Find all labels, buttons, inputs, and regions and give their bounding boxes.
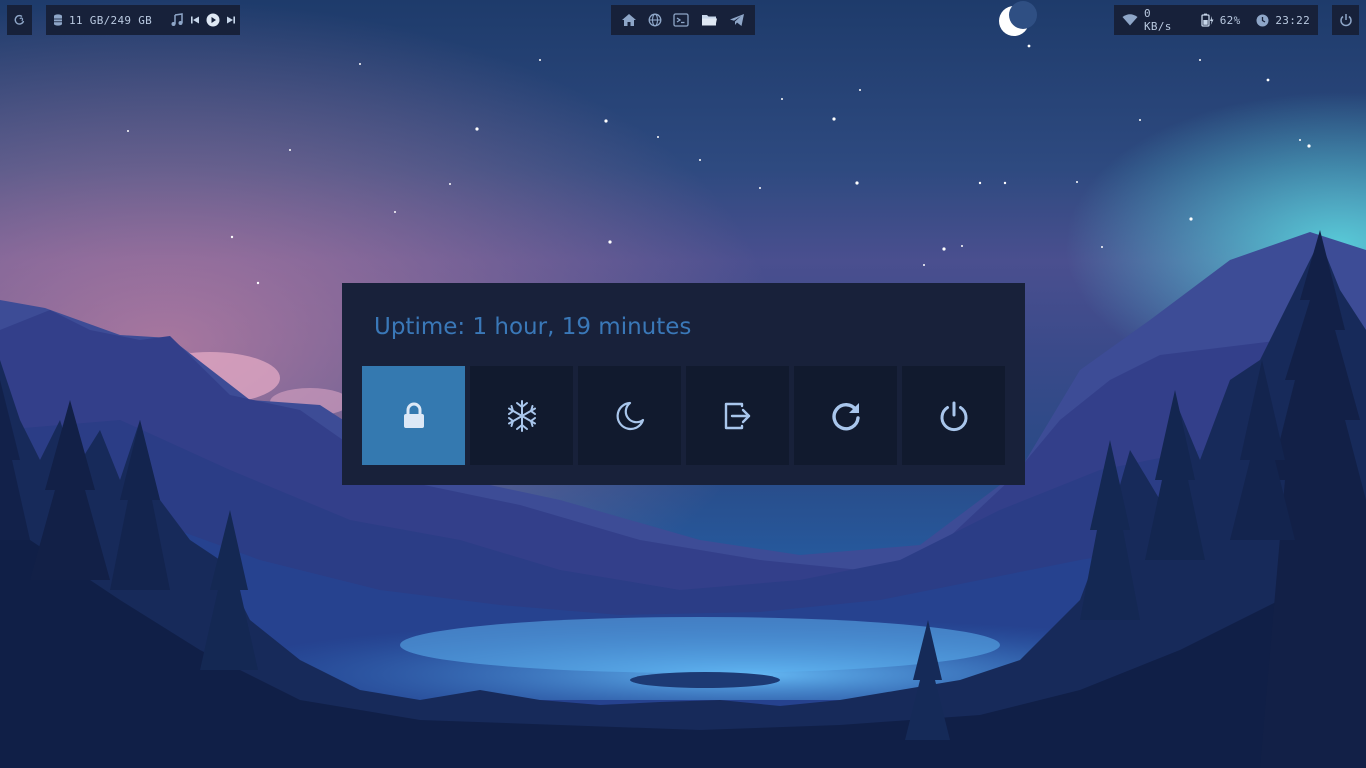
moon-icon xyxy=(614,400,646,432)
power-icon xyxy=(938,400,970,432)
database-icon xyxy=(53,14,63,26)
power-menu-dialog: Uptime: 1 hour, 19 minutes xyxy=(342,283,1025,485)
lock-icon xyxy=(401,402,427,430)
folder-icon[interactable] xyxy=(701,13,718,27)
debian-swirl-icon xyxy=(13,13,27,27)
clock-icon xyxy=(1256,14,1269,27)
launcher-button[interactable] xyxy=(7,5,32,35)
right-status-bar: 0 KB/s 62% 23:22 xyxy=(1114,5,1318,35)
terminal-icon[interactable] xyxy=(673,13,690,27)
left-status-bar: 11 GB/249 GB xyxy=(46,5,240,35)
logout-button[interactable] xyxy=(686,366,789,465)
next-icon[interactable] xyxy=(226,15,236,25)
hibernate-button[interactable] xyxy=(578,366,681,465)
logout-icon xyxy=(723,401,753,431)
shutdown-button[interactable] xyxy=(902,366,1005,465)
clock-text: 23:22 xyxy=(1275,13,1310,27)
battery-level-text: 62% xyxy=(1219,13,1241,27)
music-icon[interactable] xyxy=(170,13,184,27)
snowflake-icon xyxy=(505,399,539,433)
play-icon[interactable] xyxy=(206,13,220,27)
wifi-icon xyxy=(1122,14,1138,26)
reboot-icon xyxy=(830,400,862,432)
home-icon[interactable] xyxy=(621,13,637,27)
power-icon xyxy=(1339,13,1353,27)
lock-button[interactable] xyxy=(362,366,465,465)
network-speed-text: 0 KB/s xyxy=(1144,7,1172,33)
reboot-button[interactable] xyxy=(794,366,897,465)
battery-charging-icon xyxy=(1200,13,1214,27)
suspend-button[interactable] xyxy=(470,366,573,465)
power-menu-button[interactable] xyxy=(1332,5,1359,35)
app-dock xyxy=(611,5,755,35)
previous-icon[interactable] xyxy=(190,15,200,25)
telegram-icon[interactable] xyxy=(729,13,745,27)
disk-usage-text: 11 GB/249 GB xyxy=(69,13,153,27)
uptime-text: Uptime: 1 hour, 19 minutes xyxy=(374,314,692,340)
desktop: 11 GB/249 GB 0 KB/s 62% 23:22 Uptime: 1 … xyxy=(0,0,1366,768)
globe-icon[interactable] xyxy=(648,13,662,27)
power-options xyxy=(362,366,1005,465)
